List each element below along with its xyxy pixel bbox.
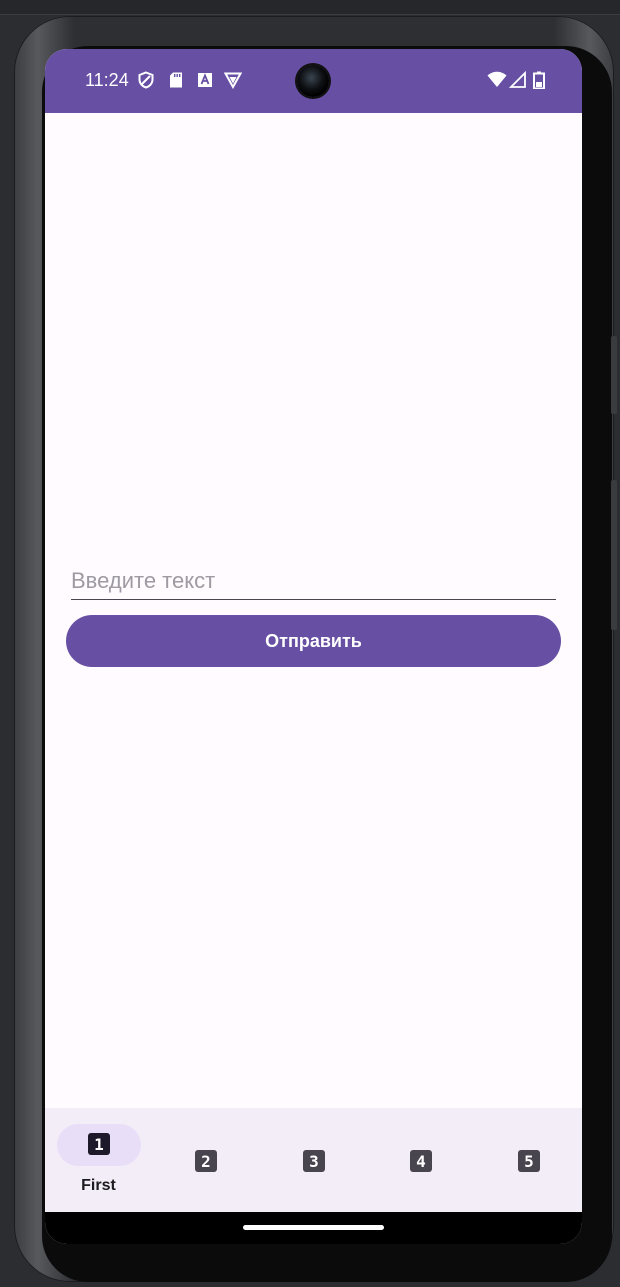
number-4-icon: 4 [410,1150,432,1172]
nav-item-4[interactable]: 4 [367,1108,474,1212]
number-1-icon: 1 [88,1133,110,1155]
sd-card-icon [170,72,182,88]
vpn-triangle-icon [224,72,242,89]
battery-icon [533,71,545,89]
status-bar: 11:24 [45,49,582,113]
shield-icon [138,71,154,89]
device-screen: 11:24 Введите текст Отправить 1 First 2 … [45,49,582,1244]
nav-item-5[interactable]: 5 [475,1108,582,1212]
send-button[interactable]: Отправить [66,615,561,667]
status-time: 11:24 [85,70,129,90]
text-input[interactable] [71,563,556,600]
bottom-navigation: 1 First 2 3 4 5 [45,1108,582,1212]
nav-item-3[interactable]: 3 [260,1108,367,1212]
number-3-icon: 3 [303,1150,325,1172]
cell-signal-icon [509,71,526,88]
emulator-top-bar [0,0,620,15]
home-gesture-handle[interactable] [243,1225,384,1230]
volume-button [611,336,617,414]
nav-item-1[interactable]: 1 First [45,1108,152,1212]
front-camera [297,65,329,97]
wifi-icon [487,71,507,87]
gesture-navigation-bar [45,1212,582,1244]
number-5-icon: 5 [518,1150,540,1172]
power-button [611,480,617,630]
nav-item-label: First [81,1177,116,1194]
main-content: Отправить [45,113,582,1108]
nav-item-2[interactable]: 2 [152,1108,259,1212]
font-a-icon [198,73,212,87]
number-2-icon: 2 [195,1150,217,1172]
